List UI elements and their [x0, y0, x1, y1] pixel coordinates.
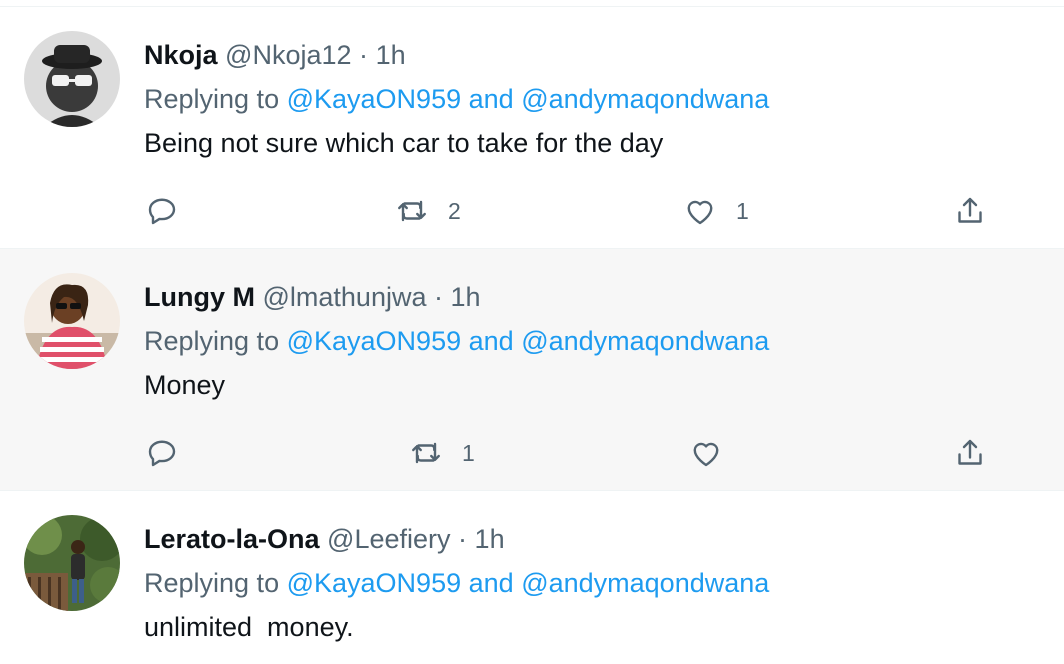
user-handle[interactable]: @lmathunjwa	[263, 282, 427, 312]
user-handle[interactable]: @Leefiery	[327, 524, 450, 554]
retweet-icon	[394, 193, 430, 229]
retweet-count: 2	[448, 197, 461, 224]
retweet-count: 1	[462, 439, 475, 466]
reply-button[interactable]	[144, 429, 180, 477]
share-upload-icon	[952, 435, 988, 471]
display-name[interactable]: Lerato-la-Ona	[144, 524, 320, 554]
avatar[interactable]	[24, 273, 120, 369]
share-button[interactable]	[952, 429, 988, 477]
timestamp[interactable]: 1h	[376, 40, 406, 70]
reply-bubble-icon	[144, 193, 180, 229]
retweet-icon	[408, 435, 444, 471]
heart-icon	[688, 435, 724, 471]
share-upload-icon	[952, 193, 988, 229]
like-count: 1	[736, 197, 749, 224]
tweet-text: unlimited money.	[144, 612, 354, 642]
replying-prefix: Replying to	[144, 326, 280, 356]
reply-bubble-icon	[144, 435, 180, 471]
display-name[interactable]: Nkoja	[144, 40, 218, 70]
tweet-text: Being not sure which car to take for the…	[144, 128, 664, 158]
timestamp[interactable]: 1h	[475, 524, 505, 554]
tweet-header: Nkoja @Nkoja12 · 1h	[144, 37, 1044, 73]
mention-link[interactable]: @andymaqondwana	[521, 326, 769, 356]
separator-dot: ·	[359, 40, 369, 70]
avatar[interactable]	[24, 31, 120, 127]
action-bar: 1	[144, 429, 1004, 477]
reply-tweet[interactable]: Nkoja @Nkoja12 · 1h Replying to @KayaON9…	[0, 7, 1064, 249]
tweet-header: Lerato-la-Ona @Leefiery · 1h	[144, 521, 1044, 557]
mention-conjunction[interactable]: and	[469, 84, 514, 114]
action-bar: 2 1	[144, 187, 1004, 235]
replying-to: Replying to @KayaON959 and @andymaqondwa…	[144, 81, 1044, 117]
separator-dot: ·	[458, 524, 468, 554]
heart-icon	[682, 193, 718, 229]
reply-button[interactable]	[144, 187, 180, 235]
replying-prefix: Replying to	[144, 84, 280, 114]
tweet-header: Lungy M @lmathunjwa · 1h	[144, 279, 1044, 315]
mention-link[interactable]: @andymaqondwana	[521, 84, 769, 114]
mention-conjunction[interactable]: and	[469, 568, 514, 598]
timestamp[interactable]: 1h	[451, 282, 481, 312]
like-button[interactable]: 1	[682, 187, 749, 235]
tweet-text: Money	[144, 370, 226, 400]
like-button[interactable]	[688, 429, 742, 477]
mention-link[interactable]: @KayaON959	[287, 568, 462, 598]
mention-link[interactable]: @KayaON959	[287, 84, 462, 114]
replying-to: Replying to @KayaON959 and @andymaqondwa…	[144, 323, 1044, 359]
retweet-button[interactable]: 2	[394, 187, 461, 235]
replying-prefix: Replying to	[144, 568, 280, 598]
display-name[interactable]: Lungy M	[144, 282, 255, 312]
replying-to: Replying to @KayaON959 and @andymaqondwa…	[144, 565, 1044, 601]
separator-dot: ·	[434, 282, 443, 312]
reply-tweet[interactable]: Lerato-la-Ona @Leefiery · 1h Replying to…	[0, 491, 1064, 664]
mention-conjunction[interactable]: and	[469, 326, 514, 356]
mention-link[interactable]: @andymaqondwana	[521, 568, 769, 598]
avatar[interactable]	[24, 515, 120, 611]
retweet-button[interactable]: 1	[408, 429, 475, 477]
reply-tweet[interactable]: Lungy M @lmathunjwa · 1h Replying to @Ka…	[0, 249, 1064, 491]
top-divider	[0, 0, 1064, 7]
mention-link[interactable]: @KayaON959	[287, 326, 462, 356]
user-handle[interactable]: @Nkoja12	[225, 40, 351, 70]
share-button[interactable]	[952, 187, 988, 235]
